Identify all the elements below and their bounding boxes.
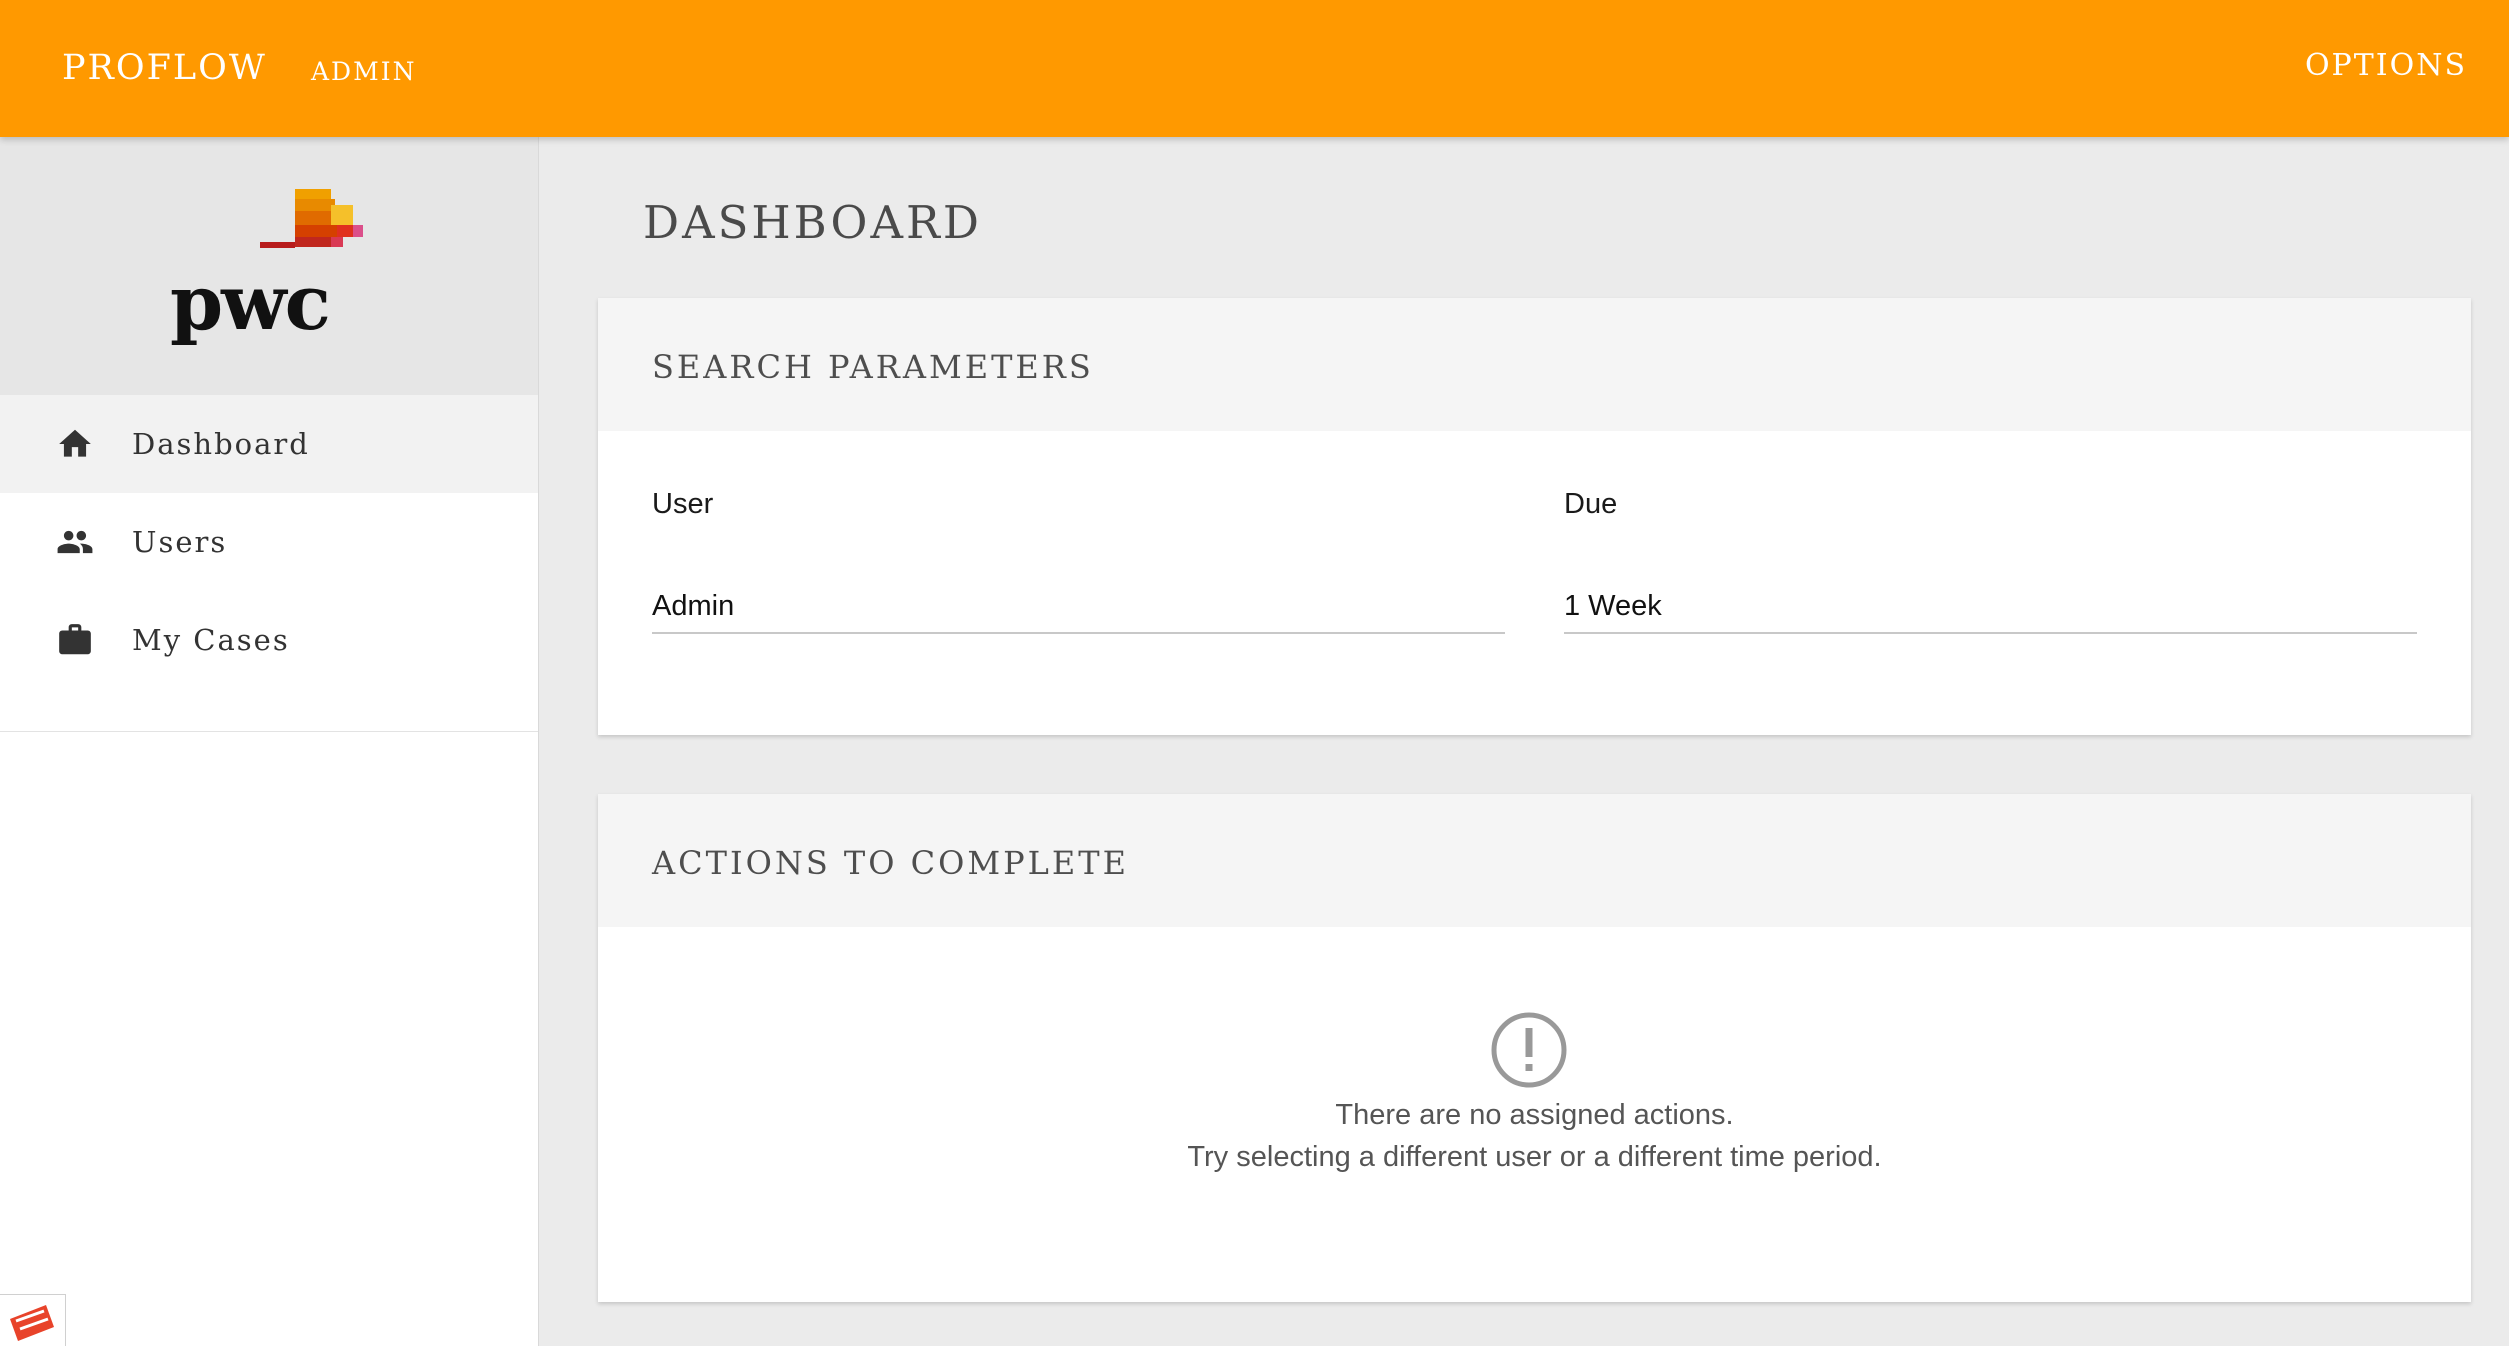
- people-icon: [57, 530, 93, 554]
- empty-state-hint: Try selecting a different user or a diff…: [1187, 1141, 1882, 1173]
- user-select[interactable]: Admin: [652, 584, 1505, 634]
- top-app-bar: PROFLOW ADMIN OPTIONS: [0, 0, 2509, 137]
- sidebar-divider: [0, 731, 538, 732]
- briefcase-icon: [59, 624, 91, 655]
- user-select-value: Admin: [652, 590, 735, 622]
- stack-app-icon: [10, 1305, 54, 1341]
- due-select[interactable]: 1 Week: [1564, 584, 2417, 634]
- logo-area: pwc: [0, 137, 538, 395]
- empty-state-message: There are no assigned actions.: [1335, 1099, 1734, 1131]
- alert-circle-icon: [1491, 1012, 1567, 1088]
- options-button[interactable]: OPTIONS: [2305, 48, 2467, 83]
- card-title: ACTIONS TO COMPLETE: [652, 844, 1129, 882]
- sidebar-item-my-cases[interactable]: My Cases: [0, 591, 538, 689]
- sidebar-item-label: My Cases: [132, 623, 290, 657]
- corner-app-icon[interactable]: [0, 1294, 66, 1346]
- due-field-label: Due: [1564, 488, 1618, 520]
- home-icon: [59, 429, 91, 457]
- pwc-logo-text: pwc: [170, 258, 331, 347]
- card-header: ACTIONS TO COMPLETE: [598, 794, 2471, 927]
- sidebar-item-label: Users: [132, 525, 228, 559]
- sidebar-item-dashboard[interactable]: Dashboard: [0, 395, 538, 493]
- search-parameters-card: SEARCH PARAMETERS User Admin Due 1 Week: [598, 298, 2471, 735]
- sidebar-item-users[interactable]: Users: [0, 493, 538, 591]
- card-title: SEARCH PARAMETERS: [652, 348, 1094, 386]
- sidebar-item-label: Dashboard: [132, 427, 310, 461]
- actions-card: ACTIONS TO COMPLETE There are no assigne…: [598, 794, 2471, 1302]
- due-select-value: 1 Week: [1564, 590, 1662, 622]
- sidebar: pwc Dashboard Users My Cases: [0, 137, 539, 1346]
- card-header: SEARCH PARAMETERS: [598, 298, 2471, 431]
- page-title: DASHBOARD: [643, 196, 982, 249]
- user-field-label: User: [652, 488, 714, 520]
- user-role-link[interactable]: ADMIN: [311, 57, 416, 86]
- app-brand[interactable]: PROFLOW: [62, 48, 267, 88]
